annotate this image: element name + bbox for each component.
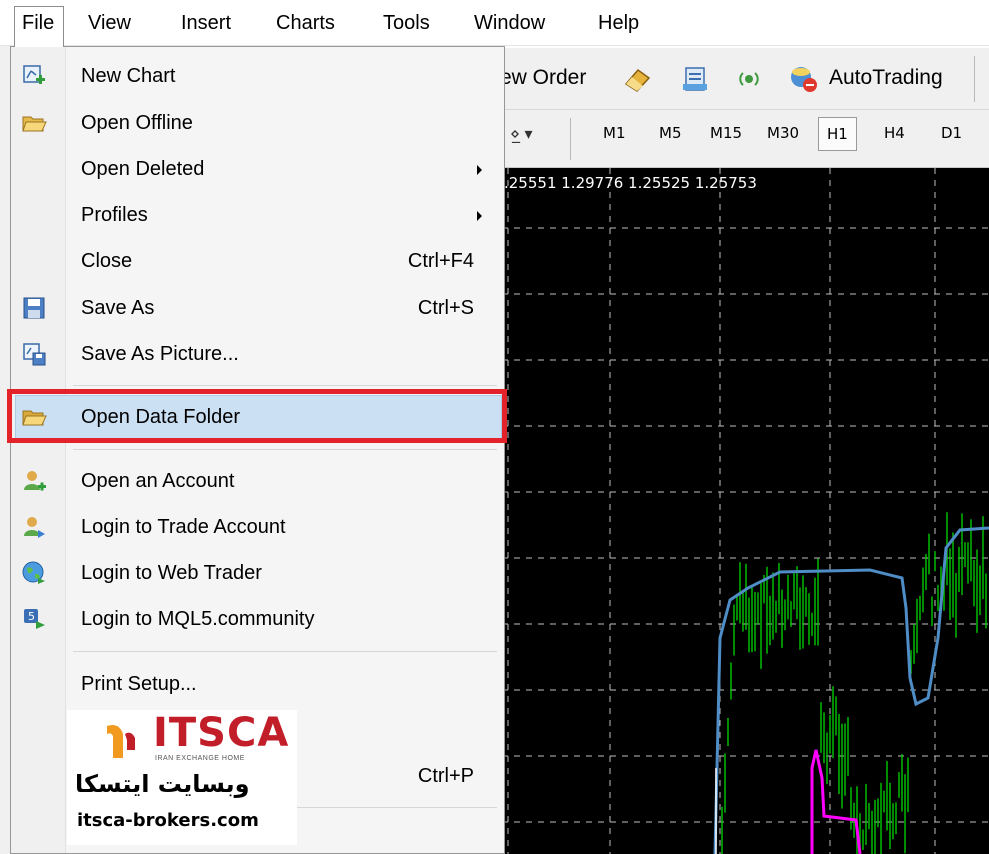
globe-icon [22, 561, 45, 584]
svg-text:5: 5 [28, 610, 35, 623]
user-add-icon [24, 471, 46, 491]
menu-window[interactable]: Window [474, 7, 545, 40]
menu-item-new-chart[interactable]: New Chart [11, 53, 504, 99]
timeframe-m1[interactable]: M1 [603, 124, 626, 142]
menu-item-open-deleted[interactable]: Open Deleted [11, 146, 504, 192]
new-chart-icon [23, 65, 45, 84]
itsca-logo-tagline: IRAN EXCHANGE HOME [155, 755, 245, 762]
timeframe-m5[interactable]: M5 [659, 124, 682, 142]
menu-file[interactable]: File [14, 6, 64, 47]
menu-item-login-mql5[interactable]: 5 Login to MQL5.community [11, 596, 504, 642]
timeframes-toolbar: ⋄̲ ▾ M1 M5 M15 M30 H1 H4 D1 [490, 110, 989, 168]
itsca-logo-mark-icon [107, 725, 135, 758]
menu-view[interactable]: View [88, 7, 131, 40]
timeframe-d1[interactable]: D1 [941, 124, 962, 142]
timeframe-m30[interactable]: M30 [767, 124, 799, 142]
autotrading-button[interactable]: AutoTrading [829, 66, 943, 90]
highlight-annotation-box [7, 389, 507, 443]
open-folder-icon [22, 116, 47, 132]
menu-item-label: Login to Trade Account [81, 516, 286, 538]
itsca-logo-text: ITSCA [153, 710, 290, 756]
chart-canvas [490, 168, 989, 854]
floppy-disk-icon [23, 297, 45, 319]
menu-item-label: Login to MQL5.community [81, 608, 315, 630]
menu-tools[interactable]: Tools [383, 7, 430, 40]
autotrading-icon[interactable] [787, 62, 819, 94]
history-icon[interactable] [680, 64, 710, 94]
menu-item-login-trade-account[interactable]: Login to Trade Account [11, 504, 504, 550]
menu-item-save-as[interactable]: Save As Ctrl+S [11, 285, 504, 331]
menu-separator [73, 651, 497, 652]
menu-help[interactable]: Help [598, 7, 639, 40]
menu-charts[interactable]: Charts [276, 7, 335, 40]
price-chart[interactable]: .25551 1.29776 1.25525 1.25753 [490, 168, 989, 854]
menu-separator [73, 449, 497, 450]
menu-item-label: Save As [81, 297, 155, 319]
menu-item-login-web-trader[interactable]: Login to Web Trader [11, 550, 504, 596]
moving-average-line [713, 526, 989, 854]
timeframe-m15[interactable]: M15 [710, 124, 742, 142]
menu-item-label: Print Setup... [81, 673, 197, 695]
standard-toolbar: ew Order AutoTrading [490, 48, 989, 110]
menu-item-shortcut: Ctrl+S [417, 297, 474, 319]
menu-item-shortcut: Ctrl+P [417, 765, 474, 787]
save-picture-icon [23, 343, 46, 366]
user-login-icon [24, 517, 45, 538]
menu-item-label: Close [81, 250, 133, 272]
menu-item-label: New Chart [81, 65, 176, 87]
submenu-arrow-icon [477, 211, 482, 221]
menu-item-close[interactable]: Close Ctrl+F4 [11, 238, 504, 284]
submenu-arrow-icon [477, 165, 482, 175]
timeframe-h1[interactable]: H1 [818, 117, 857, 151]
indicator-line [810, 749, 862, 854]
itsca-url: itsca-brokers.com [77, 810, 259, 831]
menu-item-profiles[interactable]: Profiles [11, 192, 504, 238]
new-order-button[interactable]: ew Order [500, 66, 586, 90]
line-studies-dropdown[interactable]: ⋄̲ ▾ [510, 124, 533, 144]
menu-item-open-offline[interactable]: Open Offline [11, 100, 504, 146]
mql5-icon: 5 [24, 609, 45, 629]
eraser-icon[interactable] [622, 64, 652, 94]
itsca-persian-text: وبسایت ایتسکا [75, 770, 250, 798]
menu-separator [73, 385, 497, 386]
itsca-watermark: ITSCA IRAN EXCHANGE HOME وبسایت ایتسکا i… [67, 710, 297, 845]
menu-item-label: Profiles [81, 204, 148, 226]
menu-item-open-an-account[interactable]: Open an Account [11, 458, 504, 504]
menu-insert[interactable]: Insert [181, 7, 231, 40]
menu-item-shortcut: Ctrl+F4 [407, 250, 474, 272]
menu-item-label: Save As Picture... [81, 343, 239, 365]
timeframe-h4[interactable]: H4 [884, 124, 905, 142]
menu-item-label: Open Deleted [81, 158, 205, 180]
signal-icon[interactable] [734, 64, 764, 94]
menu-bar: File View Insert Charts Tools Window Hel… [0, 0, 989, 47]
menu-item-print-setup[interactable]: Print Setup... [11, 661, 504, 707]
menu-item-save-as-picture[interactable]: Save As Picture... [11, 331, 504, 377]
menu-item-label: Open Offline [81, 112, 193, 134]
menu-item-label: Login to Web Trader [81, 562, 262, 584]
menu-item-label: Open an Account [81, 470, 235, 492]
toolbar-separator [570, 118, 571, 160]
toolbar-separator [974, 56, 975, 102]
